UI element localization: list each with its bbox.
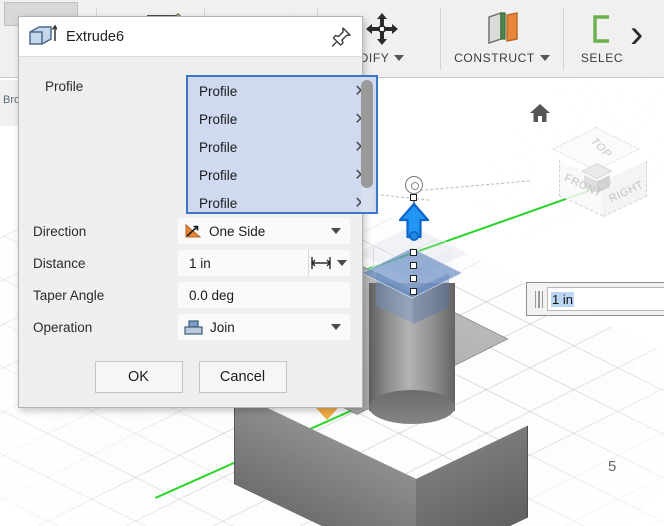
manipulator-rotate-handle[interactable] bbox=[405, 176, 423, 194]
toolbar-divider bbox=[440, 8, 441, 70]
toolbar-panel-construct-label[interactable]: CONSTRUCT bbox=[454, 51, 550, 65]
measure-icon[interactable] bbox=[308, 250, 350, 276]
dimension-input[interactable]: 1 in bbox=[547, 287, 664, 311]
taper-angle-input[interactable]: 0.0 deg bbox=[178, 282, 350, 308]
scrollbar-thumb[interactable] bbox=[361, 80, 373, 188]
join-icon bbox=[184, 319, 203, 335]
operation-dropdown[interactable]: Join bbox=[178, 314, 350, 340]
manipulator-guide-curve-2 bbox=[420, 180, 530, 191]
field-distance-label: Distance bbox=[33, 255, 86, 271]
profile-label: Profile bbox=[45, 79, 84, 94]
select-label-text: SELEC bbox=[580, 51, 624, 65]
extrude-dialog: Extrude6 Profile Profile ✕ Profile ✕ Pro… bbox=[18, 16, 378, 408]
pin-icon[interactable] bbox=[328, 24, 354, 50]
profile-item-label: Profile bbox=[199, 139, 238, 155]
chevron-down-icon[interactable] bbox=[394, 55, 405, 61]
profile-item-label: Profile bbox=[199, 167, 238, 183]
ok-button[interactable]: OK bbox=[94, 361, 183, 393]
chevron-down-icon[interactable] bbox=[539, 55, 550, 61]
list-item[interactable]: Profile ✕ bbox=[188, 77, 376, 105]
extrude-arrow-icon[interactable] bbox=[398, 203, 430, 241]
profile-item-label: Profile bbox=[199, 195, 238, 211]
field-distance[interactable]: Distance 1 in bbox=[19, 249, 362, 277]
direction-dropdown[interactable]: One Side bbox=[178, 218, 350, 244]
manipulator-handle[interactable] bbox=[410, 288, 417, 295]
toolbar-divider bbox=[563, 8, 564, 70]
list-item[interactable]: Profile ✕ bbox=[188, 161, 376, 189]
direction-one-side-icon bbox=[185, 223, 202, 238]
construct-label-text: CONSTRUCT bbox=[454, 51, 535, 65]
list-item[interactable]: Profile ✕ bbox=[188, 105, 376, 133]
toolbar-overflow-icon[interactable]: › bbox=[630, 14, 643, 54]
extrude-icon bbox=[29, 24, 57, 45]
view-cube[interactable]: TOP FRONT RIGHT bbox=[552, 118, 647, 217]
field-direction-label: Direction bbox=[33, 223, 87, 239]
cancel-button[interactable]: Cancel bbox=[198, 361, 287, 393]
scrollbar[interactable] bbox=[361, 80, 373, 212]
field-operation-label: Operation bbox=[33, 319, 93, 335]
chevron-down-icon[interactable] bbox=[336, 260, 347, 266]
field-taper-angle[interactable]: Taper Angle 0.0 deg bbox=[19, 281, 362, 309]
modify-label-text: DIFY bbox=[359, 51, 390, 65]
distance-input[interactable]: 1 in bbox=[178, 250, 308, 276]
profile-item-label: Profile bbox=[199, 111, 238, 127]
chevron-down-icon[interactable] bbox=[331, 228, 341, 234]
viewport-annotation-number: 5 bbox=[608, 458, 617, 475]
profile-item-label: Profile bbox=[199, 83, 238, 99]
manipulator-handle[interactable] bbox=[410, 275, 417, 282]
dialog-title-bar[interactable]: Extrude6 bbox=[19, 17, 362, 57]
direction-value: One Side bbox=[209, 223, 266, 239]
toolbar-panel-select-label[interactable]: SELEC bbox=[581, 51, 623, 65]
move-icon[interactable] bbox=[365, 7, 399, 51]
manipulator-handle[interactable] bbox=[410, 194, 417, 201]
dimension-input-box[interactable]: 1 in bbox=[526, 282, 664, 316]
toolbar-panel-select[interactable]: SELEC bbox=[566, 0, 638, 78]
home-icon[interactable] bbox=[529, 103, 551, 123]
field-operation[interactable]: Operation Join bbox=[19, 313, 362, 341]
grip-icon[interactable] bbox=[531, 289, 547, 309]
dialog-title: Extrude6 bbox=[66, 28, 125, 45]
operation-value: Join bbox=[210, 319, 235, 335]
taper-angle-value: 0.0 deg bbox=[189, 287, 235, 303]
chevron-down-icon[interactable] bbox=[331, 324, 341, 330]
list-item[interactable]: Profile ✕ bbox=[188, 189, 376, 212]
toolbar-panel-modify-label[interactable]: DIFY bbox=[360, 51, 405, 65]
construct-plane-icon[interactable] bbox=[481, 7, 523, 51]
profile-selection-list[interactable]: Profile ✕ Profile ✕ Profile ✕ Profile ✕ … bbox=[186, 75, 378, 214]
field-direction[interactable]: Direction One Side bbox=[19, 217, 362, 245]
model-cylinder-base bbox=[369, 390, 455, 424]
dialog-buttons: OK Cancel bbox=[19, 361, 362, 393]
distance-value: 1 in bbox=[189, 255, 211, 271]
manipulator-handle[interactable] bbox=[410, 262, 417, 269]
select-icon[interactable] bbox=[587, 7, 617, 51]
field-taper-angle-label: Taper Angle bbox=[33, 287, 105, 303]
toolbar-panel-construct[interactable]: CONSTRUCT bbox=[443, 0, 561, 78]
dimension-input-value: 1 in bbox=[551, 291, 574, 307]
manipulator-handle[interactable] bbox=[410, 249, 417, 256]
list-item[interactable]: Profile ✕ bbox=[188, 133, 376, 161]
